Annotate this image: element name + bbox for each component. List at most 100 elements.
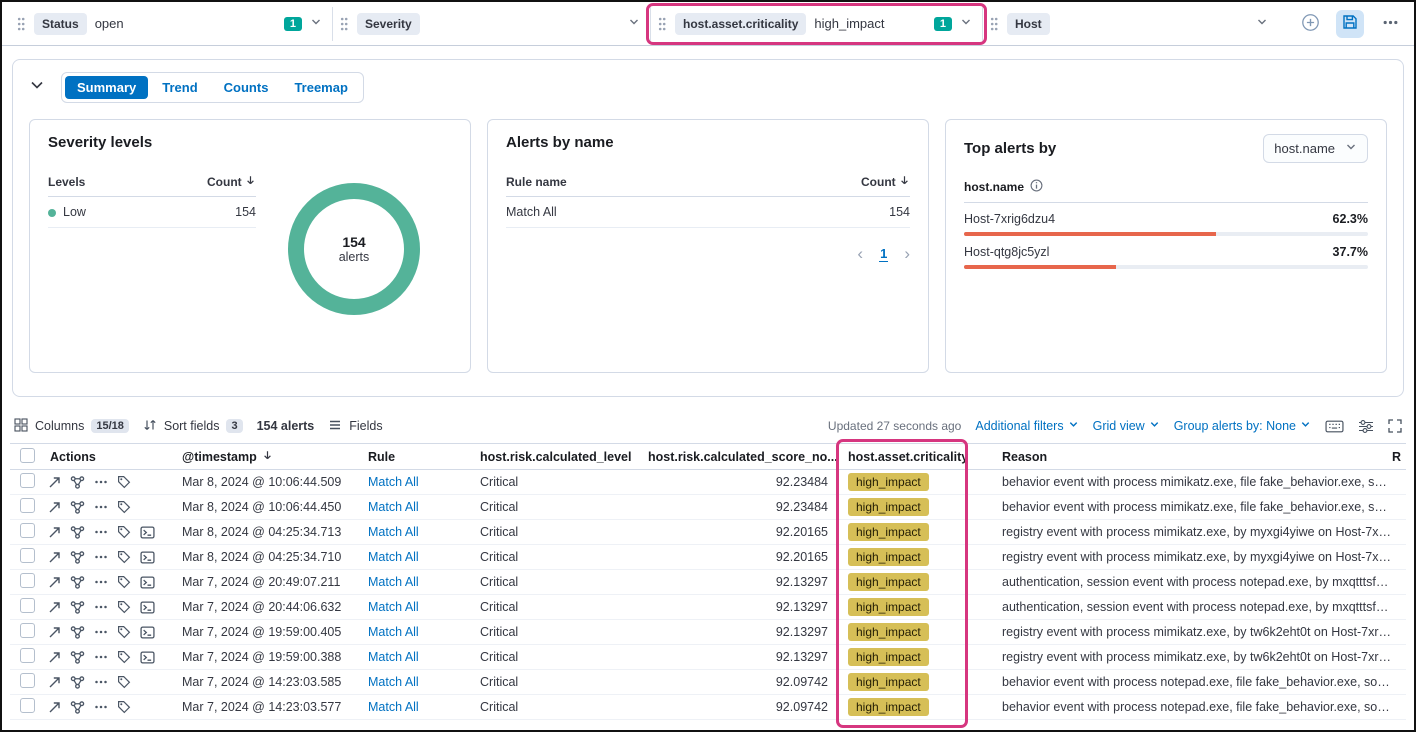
prev-page-icon[interactable]: ‹ xyxy=(857,244,863,264)
row-checkbox[interactable] xyxy=(20,698,35,713)
row-checkbox[interactable] xyxy=(20,548,35,563)
rule-link[interactable]: Match All xyxy=(368,600,419,614)
session-view-icon[interactable] xyxy=(140,651,155,664)
header-risk-score[interactable]: host.risk.calculated_score_no... xyxy=(642,450,836,464)
filter-severity[interactable]: Severity xyxy=(332,7,650,41)
analyze-event-icon[interactable] xyxy=(70,625,85,640)
more-menu-icon[interactable] xyxy=(1376,10,1404,38)
expand-alert-icon[interactable] xyxy=(48,626,61,639)
row-checkbox[interactable] xyxy=(20,673,35,688)
session-view-icon[interactable] xyxy=(140,626,155,639)
investigate-in-timeline-icon[interactable] xyxy=(117,575,131,589)
header-timestamp[interactable]: @timestamp xyxy=(176,450,362,464)
analyze-event-icon[interactable] xyxy=(70,525,85,540)
analyze-event-icon[interactable] xyxy=(70,675,85,690)
investigate-in-timeline-icon[interactable] xyxy=(117,525,131,539)
rule-link[interactable]: Match All xyxy=(368,475,419,489)
investigate-in-timeline-icon[interactable] xyxy=(117,675,131,689)
more-actions-icon[interactable] xyxy=(94,650,108,664)
more-actions-icon[interactable] xyxy=(94,550,108,564)
investigate-in-timeline-icon[interactable] xyxy=(117,700,131,714)
grid-view-link[interactable]: Grid view xyxy=(1093,419,1160,433)
row-checkbox[interactable] xyxy=(20,598,35,613)
fullscreen-icon[interactable] xyxy=(1388,419,1402,433)
analyze-event-icon[interactable] xyxy=(70,700,85,715)
sort-fields-control[interactable]: Sort fields 3 xyxy=(143,418,243,435)
filter-host-asset-criticality[interactable]: host.asset.criticalityhigh_impact1 xyxy=(650,7,982,41)
drag-handle-icon[interactable] xyxy=(989,15,999,33)
next-page-icon[interactable]: › xyxy=(904,244,910,264)
drag-handle-icon[interactable] xyxy=(339,15,349,33)
columns-control[interactable]: Columns 15/18 xyxy=(14,418,129,435)
rule-link[interactable]: Match All xyxy=(368,625,419,639)
header-reason[interactable]: Reason xyxy=(994,450,1392,464)
expand-alert-icon[interactable] xyxy=(48,476,61,489)
expand-alert-icon[interactable] xyxy=(48,501,61,514)
expand-alert-icon[interactable] xyxy=(48,576,61,589)
tab-summary[interactable]: Summary xyxy=(65,76,148,99)
session-view-icon[interactable] xyxy=(140,551,155,564)
rule-link[interactable]: Match All xyxy=(368,550,419,564)
analyze-event-icon[interactable] xyxy=(70,575,85,590)
rule-link[interactable]: Match All xyxy=(368,650,419,664)
investigate-in-timeline-icon[interactable] xyxy=(117,500,131,514)
rule-link[interactable]: Match All xyxy=(368,675,419,689)
expand-alert-icon[interactable] xyxy=(48,551,61,564)
investigate-in-timeline-icon[interactable] xyxy=(117,550,131,564)
display-options-icon[interactable] xyxy=(1358,419,1374,434)
more-actions-icon[interactable] xyxy=(94,700,108,714)
filter-status[interactable]: Statusopen1 xyxy=(10,7,332,41)
keyboard-shortcuts-icon[interactable] xyxy=(1325,419,1344,434)
analyze-event-icon[interactable] xyxy=(70,650,85,665)
additional-filters-link[interactable]: Additional filters xyxy=(975,419,1078,433)
row-checkbox[interactable] xyxy=(20,623,35,638)
more-actions-icon[interactable] xyxy=(94,675,108,689)
more-actions-icon[interactable] xyxy=(94,475,108,489)
row-checkbox[interactable] xyxy=(20,648,35,663)
expand-alert-icon[interactable] xyxy=(48,651,61,664)
drag-handle-icon[interactable] xyxy=(657,15,667,33)
rule-link[interactable]: Match All xyxy=(368,575,419,589)
rule-link[interactable]: Match All xyxy=(368,700,419,714)
row-checkbox[interactable] xyxy=(20,523,35,538)
fields-control[interactable]: Fields xyxy=(328,418,382,435)
row-checkbox[interactable] xyxy=(20,573,35,588)
analyze-event-icon[interactable] xyxy=(70,550,85,565)
group-alerts-link[interactable]: Group alerts by: None xyxy=(1174,419,1311,433)
expand-alert-icon[interactable] xyxy=(48,701,61,714)
tab-trend[interactable]: Trend xyxy=(150,76,209,99)
header-criticality[interactable]: host.asset.criticality xyxy=(836,450,994,464)
more-actions-icon[interactable] xyxy=(94,575,108,589)
col-count[interactable]: Count xyxy=(207,175,256,189)
investigate-in-timeline-icon[interactable] xyxy=(117,650,131,664)
drag-handle-icon[interactable] xyxy=(16,15,26,33)
analyze-event-icon[interactable] xyxy=(70,475,85,490)
analyze-event-icon[interactable] xyxy=(70,500,85,515)
expand-alert-icon[interactable] xyxy=(48,601,61,614)
save-query-button[interactable] xyxy=(1336,10,1364,38)
more-actions-icon[interactable] xyxy=(94,625,108,639)
session-view-icon[interactable] xyxy=(140,601,155,614)
more-actions-icon[interactable] xyxy=(94,525,108,539)
investigate-in-timeline-icon[interactable] xyxy=(117,475,131,489)
row-checkbox[interactable] xyxy=(20,498,35,513)
session-view-icon[interactable] xyxy=(140,576,155,589)
row-checkbox[interactable] xyxy=(20,473,35,488)
collapse-panel-icon[interactable] xyxy=(29,77,45,98)
col-count[interactable]: Count xyxy=(861,175,910,189)
session-view-icon[interactable] xyxy=(140,526,155,539)
header-rule[interactable]: Rule xyxy=(362,450,474,464)
expand-alert-icon[interactable] xyxy=(48,526,61,539)
rule-link[interactable]: Match All xyxy=(368,525,419,539)
investigate-in-timeline-icon[interactable] xyxy=(117,600,131,614)
filter-host[interactable]: Host xyxy=(982,7,1278,41)
header-risk-level[interactable]: host.risk.calculated_level xyxy=(474,450,642,464)
add-filter-icon[interactable] xyxy=(1296,10,1324,38)
analyze-event-icon[interactable] xyxy=(70,600,85,615)
more-actions-icon[interactable] xyxy=(94,500,108,514)
top-alerts-field-select[interactable]: host.name xyxy=(1263,134,1368,163)
tab-counts[interactable]: Counts xyxy=(212,76,281,99)
rule-link[interactable]: Match All xyxy=(368,500,419,514)
more-actions-icon[interactable] xyxy=(94,600,108,614)
investigate-in-timeline-icon[interactable] xyxy=(117,625,131,639)
